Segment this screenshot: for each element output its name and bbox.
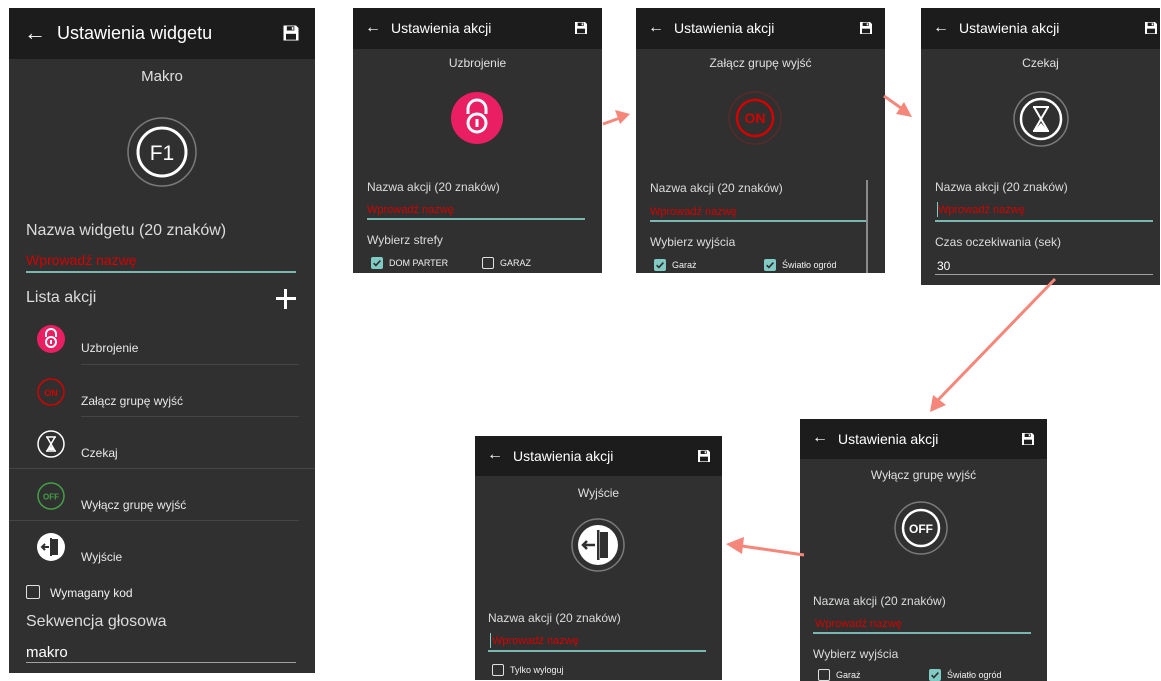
flow-arrow bbox=[883, 94, 912, 117]
flow-arrow bbox=[726, 537, 805, 557]
flow-arrows bbox=[602, 94, 1057, 557]
flow-arrow bbox=[602, 110, 630, 126]
flow-arrow bbox=[930, 277, 1057, 412]
